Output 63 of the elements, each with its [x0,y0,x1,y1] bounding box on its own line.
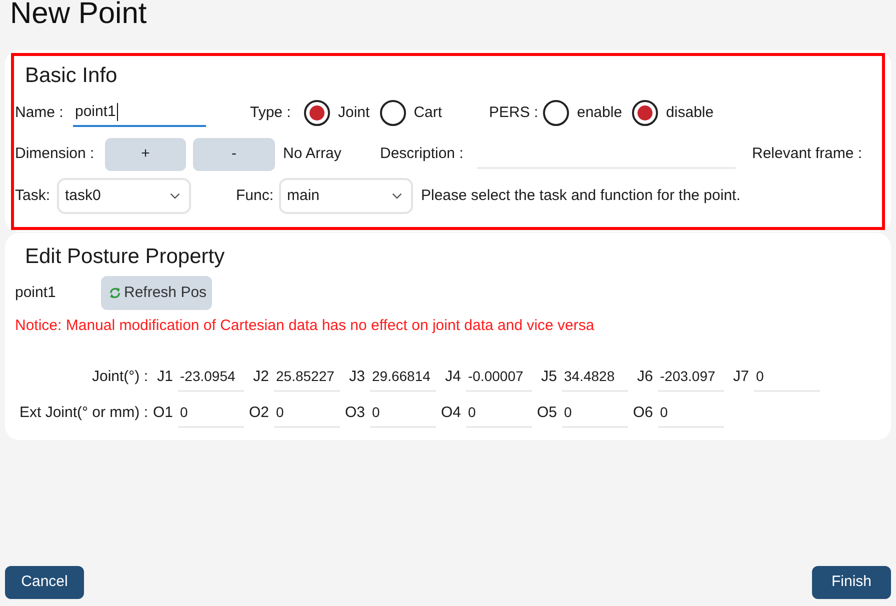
field-label: Dimension : [15,144,96,164]
field-label: Relevant frame : [752,144,862,164]
value-field[interactable]: 0 [466,398,532,428]
refresh-icon [109,287,121,299]
value-field[interactable]: 0 [562,398,628,428]
value-field[interactable]: 0 [274,398,340,428]
field-label: Type : [250,102,292,123]
value-field[interactable]: 0 [370,398,436,428]
axis-label: J3 [348,366,366,387]
chevron-down-icon [170,193,180,199]
axis-label: O6 [632,402,654,423]
option-label: Joint [338,102,370,123]
name-field[interactable]: point1 [73,99,206,127]
axis-label: J4 [444,366,462,387]
value-field[interactable]: 0 [754,362,820,392]
radio-button[interactable] [543,100,569,126]
value-field[interactable]: 34.4828 [562,362,628,392]
value-field[interactable]: 29.66814 [370,362,436,392]
axis-label: J6 [636,366,654,387]
field-label: Name : [15,102,64,123]
cancel-button[interactable]: Cancel [5,566,84,599]
chevron-down-icon [392,193,402,199]
dimension-button[interactable]: - [193,138,275,170]
point-name: point1 [15,282,57,303]
value-field[interactable]: -23.0954 [178,362,244,392]
axis-label: J7 [732,366,750,387]
axis-label: O2 [248,402,270,423]
option-label: disable [666,102,714,123]
field-label: Ext Joint(° or mm) : [18,402,148,423]
radio-button[interactable] [380,100,406,126]
page-title: New Point [9,0,148,31]
dimension-button[interactable]: + [105,138,186,170]
finish-button[interactable]: Finish [812,566,891,599]
hint-text: Please select the task and function for the point. [421,186,740,206]
radio-button[interactable] [304,100,330,126]
value-field[interactable]: 0 [178,398,244,428]
section-heading: Edit Posture Property [24,244,226,270]
axis-label: J2 [252,366,270,387]
field-label: Joint(°) : [90,366,148,387]
field-label: Func: [236,186,275,206]
section-heading: Basic Info [24,63,118,89]
field-label: Description : [380,144,464,164]
axis-label: J5 [540,366,558,387]
value-field[interactable]: -0.00007 [466,362,532,392]
notice-text: Notice: Manual modification of Cartesian data has no effect on joint data and vice versa [14,316,596,336]
axis-label: O5 [536,402,558,423]
axis-label: O1 [152,402,174,423]
text-cursor [116,103,118,121]
radio-button[interactable] [632,100,658,126]
value-field[interactable]: 25.85227 [274,362,340,392]
axis-label: O4 [440,402,462,423]
task-select[interactable]: task0 [57,178,191,214]
array-status: No Array [283,144,342,164]
refresh-button[interactable]: Refresh Pos [101,276,212,310]
option-label: enable [577,102,622,123]
func-select[interactable]: main [279,178,413,214]
axis-label: J1 [156,366,174,387]
field-label: PERS : [489,102,540,123]
value-field[interactable]: 0 [658,398,724,428]
field-label: Task: [15,186,52,206]
value-field[interactable]: -203.097 [658,362,724,392]
option-label: Cart [414,102,442,123]
axis-label: O3 [344,402,366,423]
